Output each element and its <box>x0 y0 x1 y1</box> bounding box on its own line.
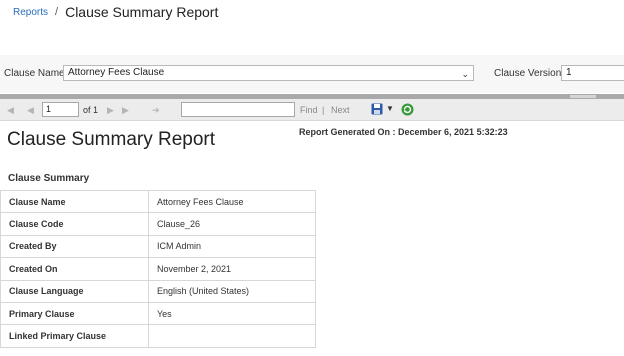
filter-bar: Clause Name Attorney Fees Clause ⌄ Claus… <box>0 55 624 93</box>
export-dropdown-icon[interactable]: ▼ <box>386 104 394 113</box>
row-value <box>148 324 316 348</box>
find-input[interactable] <box>181 102 295 117</box>
table-row: Clause Code Clause_26 <box>0 212 316 236</box>
back-to-parent-icon[interactable]: ➜ <box>152 104 160 116</box>
find-link[interactable]: Find <box>300 104 318 116</box>
first-page-icon[interactable]: ◀​ <box>7 104 14 116</box>
row-label: Created By <box>0 234 149 259</box>
report-viewer-toolbar: ◀​ ◀ 1 of 1 ▶ ▶​ ➜ Find | Next ▼ <box>0 99 624 121</box>
clause-name-select-value: Attorney Fees Clause <box>68 67 165 78</box>
row-label: Primary Clause <box>0 301 149 326</box>
previous-page-icon[interactable]: ◀ <box>27 104 34 116</box>
row-value: ICM Admin <box>148 234 316 259</box>
row-value: Attorney Fees Clause <box>148 189 316 214</box>
table-row: Linked Primary Clause <box>0 324 316 348</box>
row-label: Clause Language <box>0 279 149 303</box>
row-label: Clause Name <box>0 189 149 214</box>
page-title: Clause Summary Report <box>65 4 219 20</box>
clause-version-label: Clause Version <box>494 68 562 79</box>
table-row: Created On November 2, 2021 <box>0 257 316 281</box>
report-title: Clause Summary Report <box>7 129 216 150</box>
chevron-down-icon: ⌄ <box>461 69 469 79</box>
splitter-grip[interactable] <box>570 95 596 98</box>
table-row: Clause Language English (United States) <box>0 279 316 303</box>
refresh-icon[interactable] <box>401 103 414 116</box>
breadcrumb-separator: / <box>55 6 59 18</box>
table-row: Clause Name Attorney Fees Clause <box>0 189 316 214</box>
row-value: Clause_26 <box>148 212 316 236</box>
row-label: Clause Code <box>0 212 149 236</box>
page-count-label: of 1 <box>83 105 99 115</box>
row-value: English (United States) <box>148 279 316 303</box>
save-export-icon[interactable] <box>371 103 383 115</box>
last-page-icon[interactable]: ▶​ <box>122 104 129 116</box>
clause-summary-heading: Clause Summary <box>8 173 90 184</box>
row-label: Linked Primary Clause <box>0 324 149 348</box>
row-value: Yes <box>148 301 316 326</box>
row-label: Created On <box>0 257 149 281</box>
table-row: Primary Clause Yes <box>0 301 316 326</box>
toolbar-divider: | <box>322 105 325 115</box>
find-next-link[interactable]: Next <box>331 104 350 116</box>
breadcrumb: Reports / Clause Summary Report <box>13 2 218 22</box>
clause-name-label: Clause Name <box>4 68 65 79</box>
table-row: Created By ICM Admin <box>0 234 316 259</box>
report-generated-timestamp: Report Generated On : December 6, 2021 5… <box>299 127 508 137</box>
clause-summary-table: Clause Name Attorney Fees Clause Clause … <box>0 189 316 348</box>
page-number-input[interactable]: 1 <box>42 102 79 117</box>
clause-version-field[interactable]: 1 <box>561 65 624 81</box>
clause-name-select[interactable]: Attorney Fees Clause ⌄ <box>63 65 474 81</box>
breadcrumb-reports-link[interactable]: Reports <box>13 7 48 18</box>
next-page-icon[interactable]: ▶ <box>107 104 114 116</box>
row-value: November 2, 2021 <box>148 257 316 281</box>
